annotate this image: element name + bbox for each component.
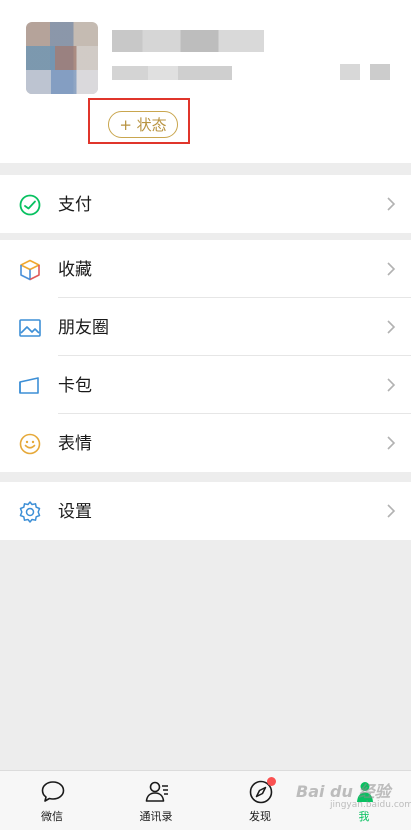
pay-icon [19,194,41,216]
profile-header[interactable]: + 状态 [0,0,411,163]
nickname-blurred [112,30,264,52]
menu-item-label: 支付 [58,195,92,215]
menu-item-label: 卡包 [58,376,92,396]
menu-item-settings[interactable]: 设置 [0,482,411,540]
menu-item-label: 收藏 [58,260,92,280]
menu-item-label: 表情 [58,434,92,454]
menu-item-label: 朋友圈 [58,318,109,338]
tab-label: 发现 [249,810,271,823]
chat-bubble-icon [41,781,65,802]
menu-item-moments[interactable]: 朋友圈 [0,298,411,356]
chevron-right-icon [387,504,396,518]
tab-label: 微信 [41,810,63,823]
menu-item-favorites[interactable]: 收藏 [0,240,411,298]
contacts-icon [145,781,168,802]
qr-code-icon[interactable] [340,64,390,80]
tab-label: 我 [358,810,370,823]
pay-group: 支付 [0,175,411,233]
tab-label: 通讯录 [139,810,173,823]
chevron-right-icon [387,378,396,392]
add-status-button[interactable]: + 状态 [108,111,178,138]
tab-chats[interactable]: 微信 [12,771,92,830]
menu-item-cards[interactable]: 卡包 [0,356,411,414]
chevron-right-icon [387,436,396,450]
avatar[interactable] [26,22,98,94]
services-group: 收藏 朋友圈 卡包 表情 [0,240,411,472]
menu-item-label: 设置 [58,502,92,522]
favorites-cube-icon [20,259,40,281]
chevron-right-icon [387,197,396,211]
baidu-watermark: Bai du 经验 [296,782,391,801]
tab-discover[interactable]: 发现 [220,771,300,830]
smiley-icon [19,433,41,455]
settings-group: 设置 [0,482,411,540]
wechat-id-blurred [112,66,232,80]
card-wallet-icon [19,377,39,394]
discover-badge-dot [267,777,276,786]
tab-contacts[interactable]: 通讯录 [116,771,196,830]
menu-item-pay[interactable]: 支付 [0,175,411,233]
baidu-watermark-url: jingyan.baidu.com [330,800,411,810]
moments-image-icon [19,319,41,337]
menu-item-stickers[interactable]: 表情 [0,414,411,472]
chevron-right-icon [387,320,396,334]
chevron-right-icon [387,262,396,276]
gear-icon [19,501,41,523]
